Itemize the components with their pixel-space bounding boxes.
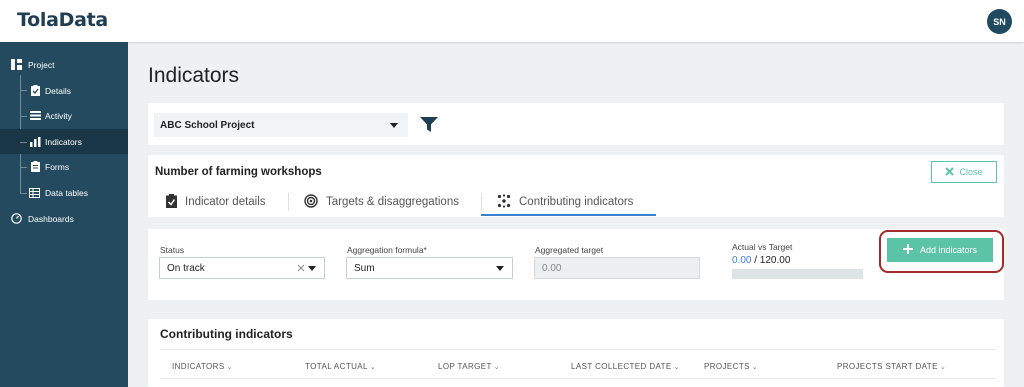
sidebar-item-details[interactable]: Details — [0, 78, 128, 103]
aggregated-target-field: 0.00 — [534, 257, 700, 279]
sidebar-item-label: Project — [28, 59, 55, 70]
app-logo[interactable]: TolaData — [17, 9, 108, 31]
sidebar-item-label: Data tables — [45, 187, 88, 198]
project-select-value: ABC School Project — [160, 119, 255, 131]
actual-vs-target-value: 0.00 / 120.00 — [732, 255, 790, 266]
target-value: / 120.00 — [751, 255, 791, 266]
sidebar-item-label: Indicators — [45, 136, 82, 147]
contributing-indicators-title: Contributing indicators — [160, 327, 293, 341]
sidebar-item-label: Forms — [45, 161, 70, 172]
column-header-projects[interactable]: PROJECTS ⌄ — [704, 362, 758, 371]
chevron-down-icon: ⌄ — [751, 363, 759, 371]
sidebar-item-dashboards[interactable]: Dashboards — [0, 206, 128, 231]
status-select[interactable]: On track — [159, 257, 325, 279]
add-indicators-label: Add indicators — [919, 245, 978, 255]
column-header-indicators[interactable]: INDICATORS ⌄ — [172, 362, 233, 371]
chevron-down-icon: ⌄ — [226, 363, 233, 371]
actual-value: 0.00 — [732, 255, 752, 266]
plus-icon — [902, 244, 913, 256]
close-button[interactable]: Close — [931, 161, 997, 183]
sidebar-branch — [20, 142, 27, 143]
user-avatar[interactable]: SN — [987, 9, 1012, 34]
chevron-down-icon: ⌄ — [369, 363, 377, 371]
aggregated-target-value: 0.00 — [542, 262, 562, 274]
chevron-down-icon — [308, 266, 316, 271]
project-icon — [11, 59, 22, 70]
column-header-label: TOTAL ACTUAL — [305, 362, 368, 371]
aggregation-formula-label: Aggregation formula* — [347, 245, 427, 255]
clear-icon[interactable] — [297, 264, 305, 275]
tab-bar-divider — [148, 217, 1004, 229]
column-header-last-collected-date[interactable]: LAST COLLECTED DATE ⌄ — [571, 362, 680, 371]
list-icon — [30, 110, 41, 121]
chevron-down-icon: ⌄ — [673, 363, 680, 371]
table-header-bottom-border — [160, 378, 996, 379]
page-title: Indicators — [148, 64, 240, 87]
dashboard-icon — [11, 213, 22, 224]
aggregation-formula-select[interactable]: Sum — [346, 257, 513, 279]
tab-label: Indicator details — [185, 196, 266, 208]
column-header-label: LAST COLLECTED DATE — [571, 362, 672, 371]
column-header-label: PROJECTS — [704, 362, 750, 371]
column-header-projects-start-date[interactable]: PROJECTS START DATE ⌄ — [837, 362, 946, 371]
tab-divider — [288, 193, 289, 211]
target-icon — [304, 193, 318, 211]
bar-chart-icon — [30, 136, 41, 147]
tab-divider — [481, 193, 482, 211]
tab-targets-disaggregations[interactable]: Targets & disaggregations — [304, 188, 459, 216]
aggregation-formula-value: Sum — [354, 262, 375, 274]
sidebar-item-label: Dashboards — [28, 213, 74, 224]
tab-contributing-indicators[interactable]: Contributing indicators — [497, 188, 633, 216]
clipboard-icon — [30, 85, 41, 96]
active-tab-indicator — [481, 214, 656, 216]
status-label: Status — [160, 245, 185, 255]
network-icon — [497, 193, 511, 211]
aggregated-target-label: Aggregated target — [535, 245, 604, 255]
chevron-down-icon — [390, 123, 398, 128]
sidebar-item-forms[interactable]: Forms — [0, 154, 128, 179]
status-value: On track — [167, 262, 205, 274]
column-header-total-actual[interactable]: TOTAL ACTUAL ⌄ — [305, 362, 376, 371]
close-icon — [945, 166, 955, 178]
sidebar-item-activity[interactable]: Activity — [0, 103, 128, 128]
project-select[interactable]: ABC School Project — [154, 113, 408, 137]
progress-bar — [732, 269, 863, 279]
close-label: Close — [959, 167, 983, 177]
column-header-label: PROJECTS START DATE — [837, 362, 938, 371]
top-bar: TolaData SN — [0, 0, 1024, 42]
add-indicators-button[interactable]: Add indicators — [887, 238, 993, 262]
filter-icon[interactable] — [420, 117, 438, 132]
table-header-top-border — [160, 349, 996, 350]
column-header-lop-target[interactable]: LOP TARGET ⌄ — [438, 362, 500, 371]
form-icon — [30, 161, 41, 172]
tab-label: Targets & disaggregations — [326, 196, 459, 208]
tab-indicator-details[interactable]: Indicator details — [166, 188, 266, 216]
clipboard-icon — [166, 193, 177, 211]
indicator-title: Number of farming workshops — [155, 166, 322, 178]
sidebar-item-label: Details — [45, 85, 71, 96]
chevron-down-icon: ⌄ — [493, 363, 501, 371]
sidebar: Project Details Activity Indicators Form… — [0, 42, 128, 387]
tab-label: Contributing indicators — [519, 196, 634, 208]
sidebar-item-data-tables[interactable]: Data tables — [0, 180, 128, 205]
chevron-down-icon — [496, 266, 504, 271]
column-header-label: LOP TARGET — [438, 362, 492, 371]
chevron-down-icon: ⌄ — [939, 363, 947, 371]
sidebar-item-label: Activity — [45, 110, 72, 121]
actual-vs-target-label: Actual vs Target — [732, 242, 793, 252]
table-icon — [29, 187, 40, 198]
column-header-label: INDICATORS — [172, 362, 225, 371]
sidebar-item-project[interactable]: Project — [0, 52, 128, 77]
